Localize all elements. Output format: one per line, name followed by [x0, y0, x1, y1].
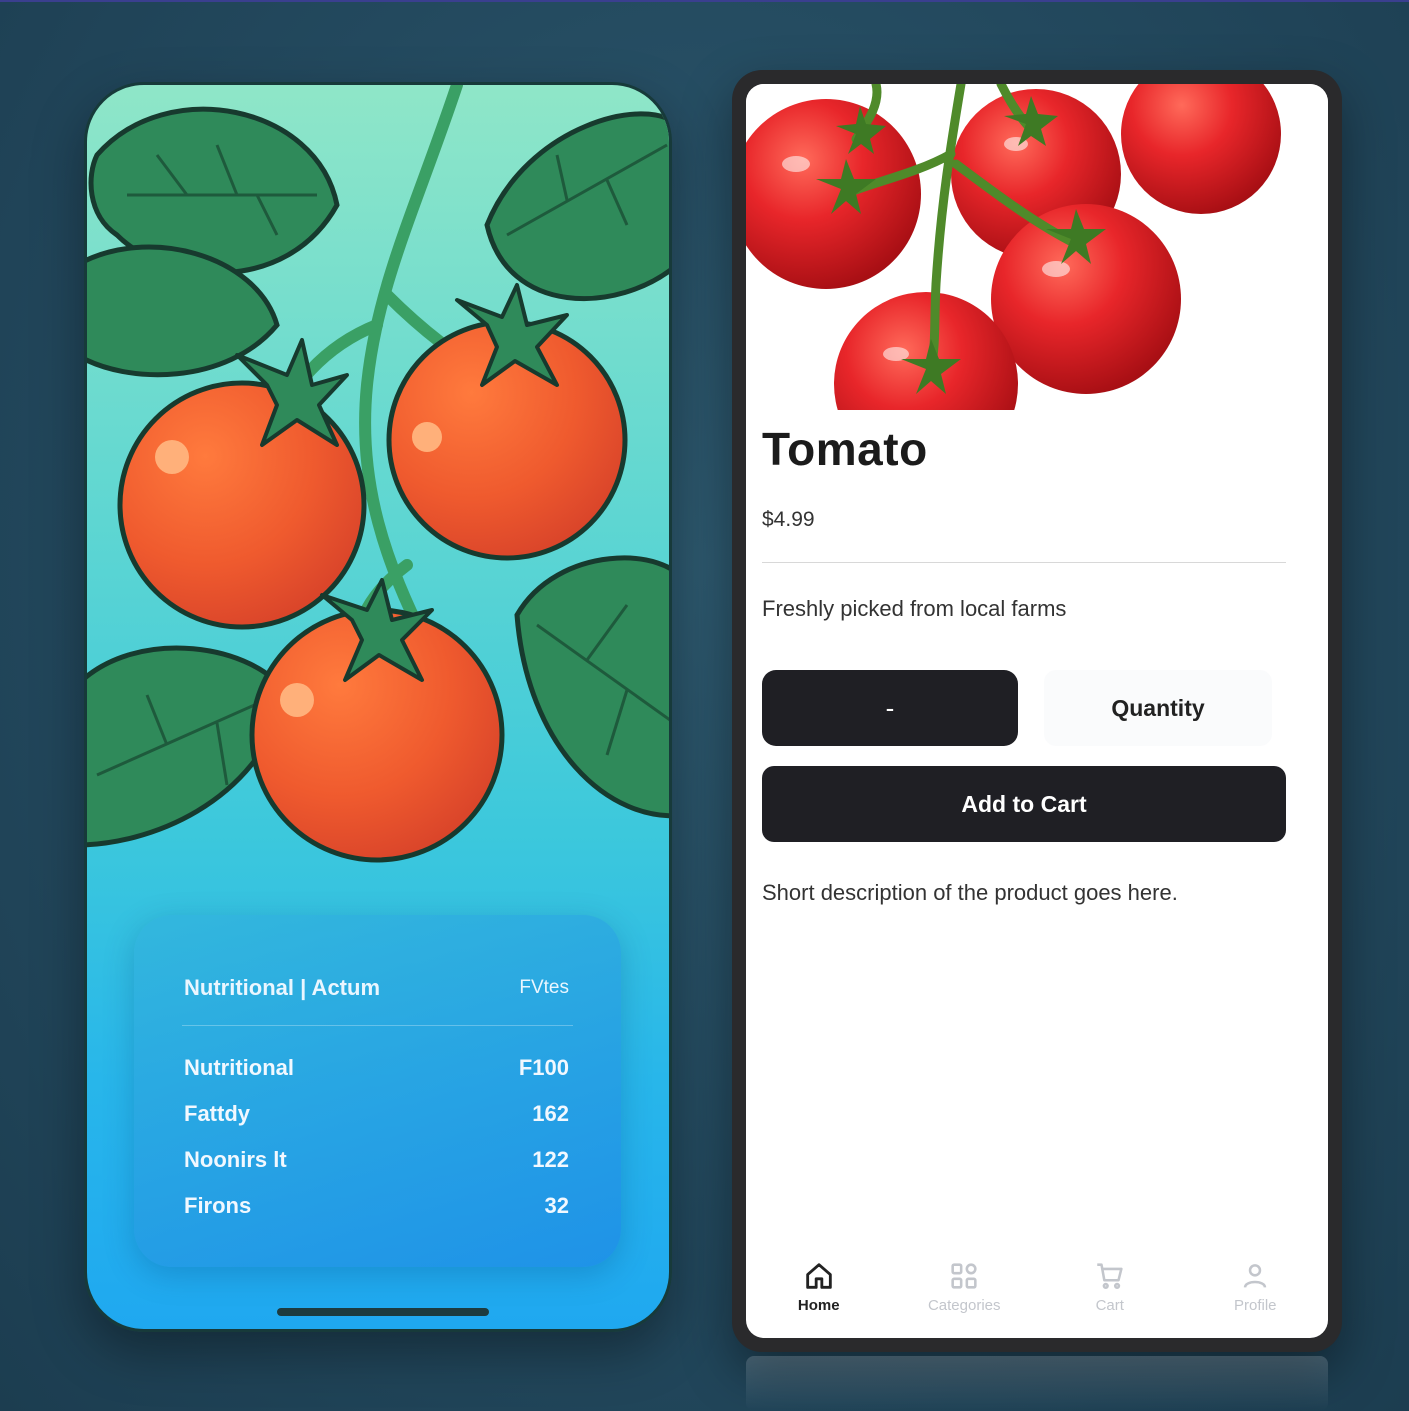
- tab-label: Categories: [927, 1297, 1001, 1314]
- top-edge-line: [0, 0, 1409, 2]
- phone-reflection: [746, 1356, 1328, 1411]
- product-short-description: Short description of the product goes he…: [762, 880, 1178, 905]
- nutrition-header-title: Nutritional | Actum: [184, 975, 381, 1000]
- tab-categories[interactable]: Categories: [892, 1259, 1038, 1329]
- tab-label: Cart: [1095, 1297, 1124, 1314]
- illustration-phone: Nutritional | Actum FVtes Nutritional F1…: [84, 82, 672, 1332]
- tab-label: Profile: [1233, 1297, 1277, 1314]
- tab-cart[interactable]: Cart: [1037, 1259, 1183, 1329]
- tomato-vine-illustration: [87, 85, 669, 863]
- nutrition-rows: Nutritional F100 Fattdy 162 Noonirs lt 1…: [184, 1045, 569, 1229]
- product-price: $4.99: [762, 508, 815, 531]
- nutrition-row-label: Fattdy: [184, 1101, 250, 1126]
- product-screen: Tomato $4.99 Freshly picked from local f…: [746, 84, 1328, 1338]
- nutrition-row: Nutritional F100: [184, 1045, 569, 1091]
- nutrition-row-label: Noonirs lt: [184, 1147, 287, 1172]
- nutrition-header-right: FVtes: [519, 977, 569, 998]
- tab-label: Home: [797, 1297, 840, 1314]
- quantity-input[interactable]: Quantity: [1044, 670, 1272, 746]
- user-icon: [1244, 1264, 1267, 1288]
- product-image: [746, 84, 1328, 410]
- nutrition-header: Nutritional | Actum FVtes: [184, 973, 569, 1003]
- cart-icon: [1097, 1263, 1123, 1290]
- nutrition-row: Fattdy 162: [184, 1091, 569, 1137]
- nutrition-row: Noonirs lt 122: [184, 1137, 569, 1183]
- grid-icon: [951, 1263, 977, 1289]
- product-title: Tomato: [762, 423, 928, 475]
- product-phone: Tomato $4.99 Freshly picked from local f…: [732, 70, 1342, 1352]
- nutrition-card: Nutritional | Actum FVtes Nutritional F1…: [134, 915, 621, 1267]
- nutrition-row-value: 122: [532, 1147, 569, 1172]
- nutrition-row-label: Firons: [184, 1193, 252, 1218]
- nutrition-row-value: 162: [532, 1101, 569, 1126]
- nutrition-row-label: Nutritional: [184, 1055, 294, 1080]
- nutrition-row: Firons 32: [184, 1183, 569, 1229]
- home-icon: [806, 1263, 832, 1289]
- nutrition-row-value: F100: [518, 1055, 569, 1080]
- home-indicator[interactable]: [277, 1308, 489, 1316]
- nutrition-row-value: 32: [544, 1193, 569, 1218]
- decrement-button[interactable]: -: [762, 670, 1018, 746]
- section-divider: [762, 562, 1286, 563]
- bottom-tab-bar: Home Categories Cart Profile: [746, 1259, 1328, 1329]
- nutrition-divider: [182, 1025, 573, 1026]
- add-to-cart-button[interactable]: Add to Cart: [762, 766, 1286, 842]
- product-tagline: Freshly picked from local farms: [762, 596, 1067, 621]
- tab-profile[interactable]: Profile: [1183, 1259, 1329, 1329]
- tab-home[interactable]: Home: [746, 1259, 892, 1329]
